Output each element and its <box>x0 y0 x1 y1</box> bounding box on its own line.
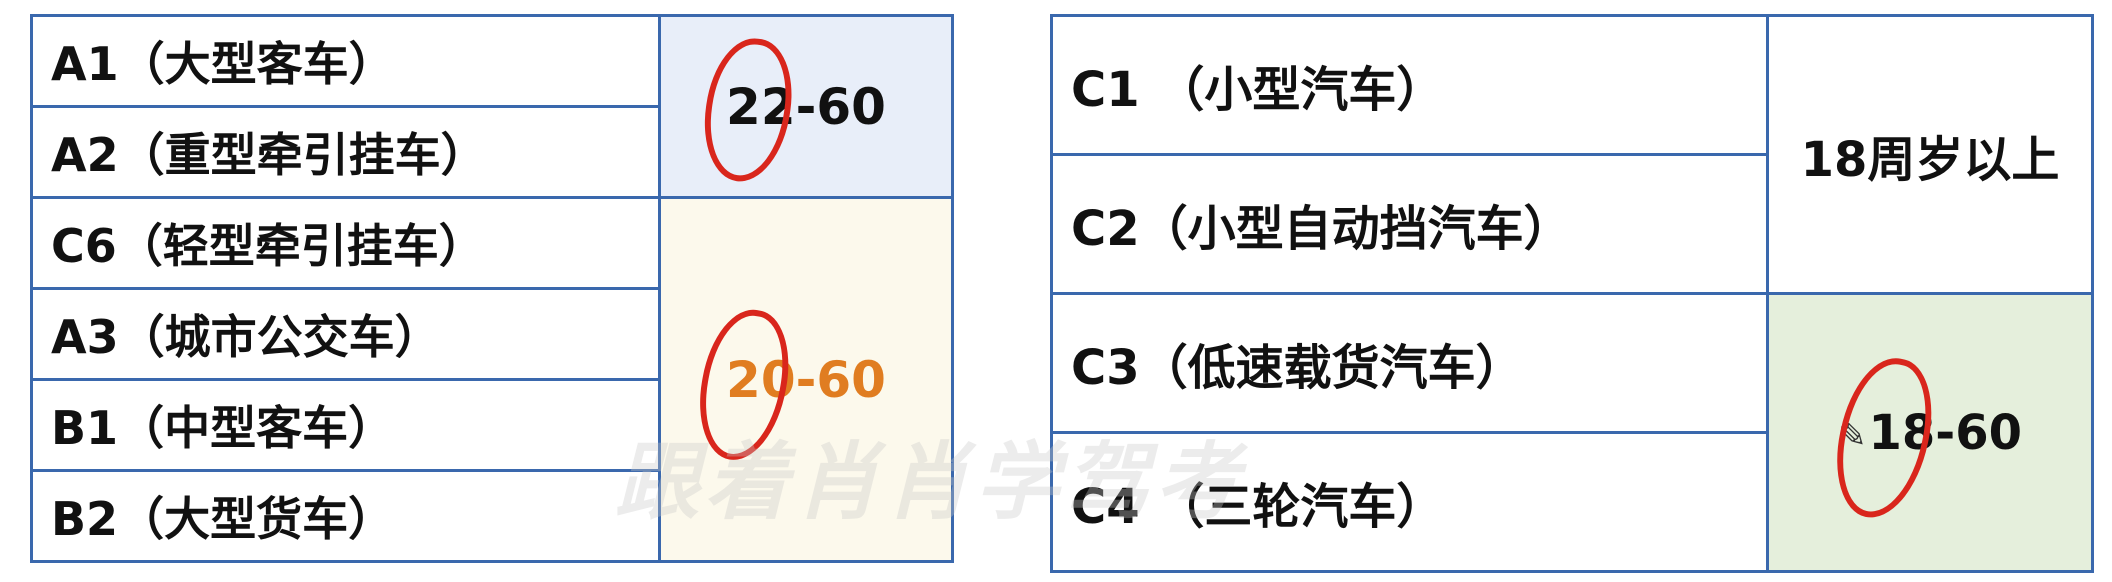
table-row: C3（低速载货汽车） ✎18-60 <box>1050 292 2094 573</box>
age-range-cell: ✎18-60 <box>1766 292 2094 573</box>
table-row: C1 （小型汽车） 18周岁以上 <box>1050 14 2094 295</box>
table-row: C6（轻型牵引挂车） 20-60 <box>30 196 954 563</box>
license-class-c3: C3（低速载货汽车） <box>1050 292 1769 434</box>
age-range-cell: 22-60 <box>658 14 954 199</box>
age-range-value: 18-60 <box>1868 404 2022 461</box>
license-class-b1: B1（中型客车） <box>30 378 661 472</box>
license-class-a2: A2（重型牵引挂车） <box>30 105 661 199</box>
age-range-value: 22-60 <box>726 77 886 136</box>
license-class-c6: C6（轻型牵引挂车） <box>30 196 661 290</box>
license-class-b2: B2（大型货车） <box>30 469 661 563</box>
pencil-icon: ✎ <box>1837 415 1867 456</box>
age-range-value: 20-60 <box>726 350 886 409</box>
watermark: 跟着肖肖学驾考 <box>615 433 1246 531</box>
table-row: A1（大型客车） 22-60 <box>30 14 954 199</box>
license-class-c1: C1 （小型汽车） <box>1050 14 1769 156</box>
age-range-cell: 18周岁以上 <box>1766 14 2094 295</box>
license-class-c2: C2（小型自动挡汽车） <box>1050 153 1769 295</box>
license-class-a3: A3（城市公交车） <box>30 287 661 381</box>
license-class-a1: A1（大型客车） <box>30 14 661 108</box>
age-range-value: 18周岁以上 <box>1800 131 2060 188</box>
